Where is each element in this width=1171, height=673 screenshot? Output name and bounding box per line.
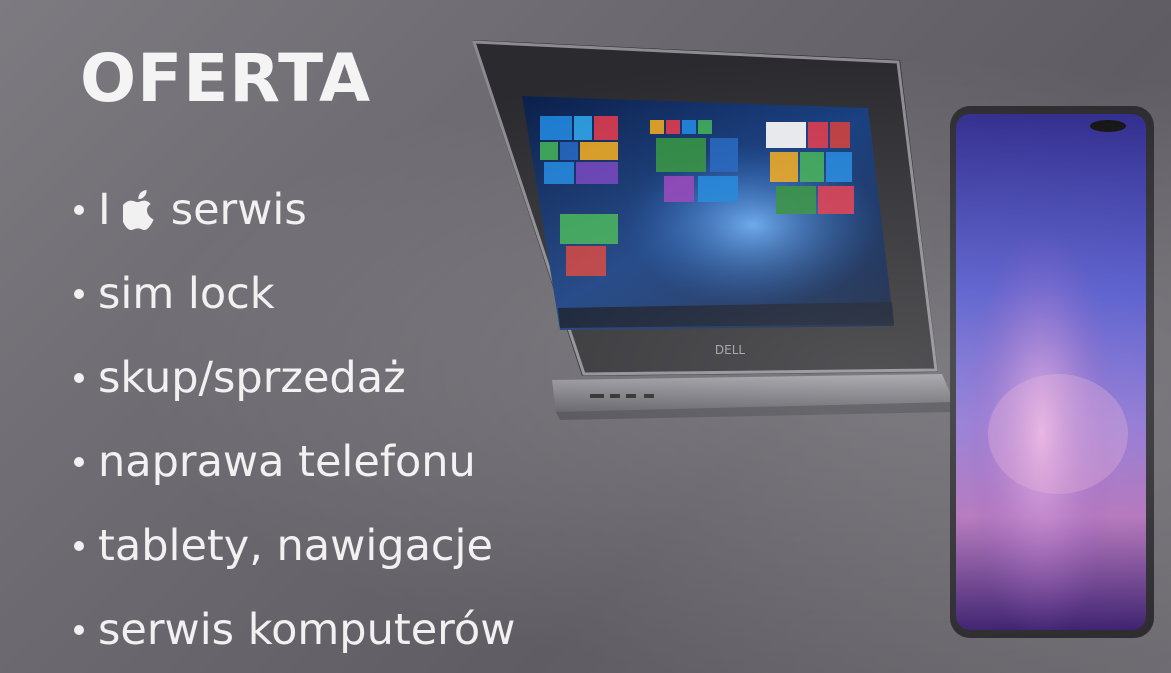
smartphone-image [950,106,1154,638]
offer-item-tablets-navigation: tablety, nawigacje [74,504,515,588]
offer-item-sim-lock: sim lock [74,252,515,336]
offer-list: I serwis sim lock skup/sprzedaż naprawa … [74,168,515,672]
offer-item-text: serwis [170,185,307,235]
laptop-brand: DELL [715,343,746,357]
bullet-icon [74,289,84,299]
offer-item-apple-service: I serwis [74,168,515,252]
offer-item-text: tablety, nawigacje [98,521,493,571]
offer-item-text: serwis komputerów [98,605,516,655]
offer-item-computer-service: serwis komputerów [74,588,515,672]
offer-item-text: sim lock [98,269,275,319]
bullet-icon [74,457,84,467]
offer-item-text: skup/sprzedaż [98,353,406,403]
laptop-image: DELL [471,40,954,420]
offer-card: OFERTA I serwis sim lock skup/sprzedaż n… [0,0,1171,673]
bullet-icon [74,541,84,551]
offer-item-text: naprawa telefonu [98,437,476,487]
bullet-icon [74,625,84,635]
apple-logo-icon [122,190,154,230]
bullet-icon [74,205,84,215]
offer-title: OFERTA [80,40,372,117]
bullet-icon [74,373,84,383]
offer-item-buy-sell: skup/sprzedaż [74,336,515,420]
offer-item-prefix: I [98,185,111,235]
offer-item-phone-repair: naprawa telefonu [74,420,515,504]
